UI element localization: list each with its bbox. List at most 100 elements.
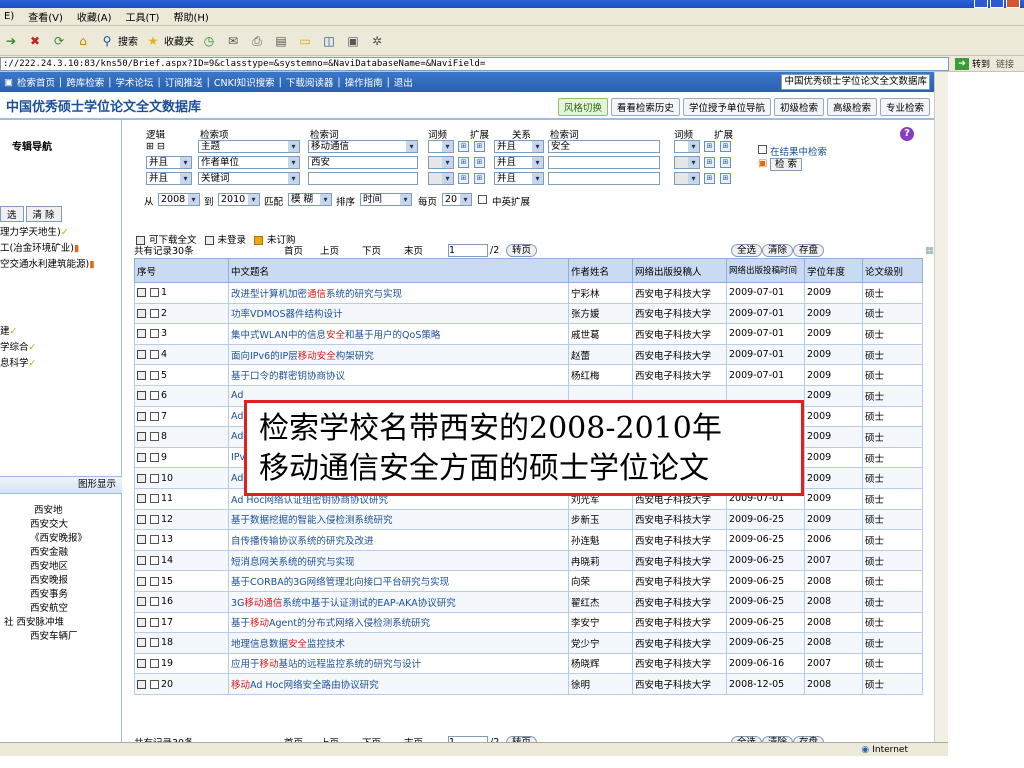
expand-icon[interactable]: ⊞ (704, 173, 715, 184)
maximize-button[interactable] (990, 0, 1004, 8)
table-row[interactable]: 1 改进型计算机加密通信系统的研究与实现 宁彩林 西安电子科技大学 2009-07-01… (134, 282, 923, 304)
col-header-date[interactable]: 网络出版投稿时间 (726, 258, 805, 283)
author-cell[interactable]: 党少宁 (568, 632, 633, 654)
title-text[interactable]: 地理信息数据 (231, 639, 288, 650)
add-remove-row-icon[interactable]: ⊞ ⊟ (146, 141, 165, 152)
col-header-title[interactable]: 中文题名 (228, 258, 569, 283)
author-cell[interactable]: 孙连魁 (568, 529, 633, 551)
title-text[interactable]: Ad (231, 390, 243, 401)
table-row[interactable]: 19 应用于移动基站的远程监控系统的研究与设计 杨晓辉 西安电子科技大学 2009-06… (134, 652, 923, 675)
row-checkbox[interactable] (150, 514, 159, 524)
refresh-icon[interactable]: ⟳ (50, 32, 68, 50)
title-text[interactable]: 集中式WLAN中的信息 (231, 330, 326, 341)
row-checkbox[interactable] (150, 288, 159, 298)
word-input-2[interactable]: 西安 (308, 156, 418, 169)
download-icon[interactable] (137, 494, 146, 504)
group-item[interactable]: 西安晚报 (30, 572, 68, 586)
relation-select-1[interactable]: 并且 (494, 140, 544, 153)
row-checkbox[interactable] (150, 494, 159, 504)
sidebar-item[interactable]: 建✓ (0, 323, 17, 337)
row-checkbox[interactable] (150, 658, 159, 668)
close-button[interactable] (1006, 0, 1020, 8)
title-text[interactable]: 面向IPv6的IP层 (231, 351, 298, 362)
title-text[interactable]: 基站的远程监控系统的研究与设计 (279, 659, 422, 670)
download-icon[interactable] (137, 514, 146, 524)
forward-icon[interactable]: ➔ (2, 32, 20, 50)
group-item[interactable]: 西安事务 (30, 586, 68, 600)
author-cell[interactable]: 杨红梅 (568, 364, 633, 386)
row-checkbox[interactable] (150, 617, 159, 627)
title-text[interactable]: 构架研究 (336, 351, 374, 362)
nav-forum[interactable]: 学术论坛 (115, 75, 153, 89)
download-icon[interactable] (137, 308, 146, 318)
group-item[interactable]: 西安交大 (30, 516, 68, 530)
first-page-link[interactable]: 首页 (284, 243, 320, 257)
group-item[interactable]: 西安金融 (30, 544, 68, 558)
expand-icon[interactable]: ⊞ (720, 141, 731, 152)
address-input[interactable]: ://222.24.3.10:83/kns50/Brief.aspx?ID=9&… (0, 56, 949, 71)
table-row[interactable]: 18 地理信息数据安全监控技术 党少宁 西安电子科技大学 2009-06-25 2008 硕… (134, 632, 923, 654)
row-title-cell[interactable]: 移动Ad Hoc网络安全路由协议研究 (228, 673, 569, 695)
row-checkbox[interactable] (150, 473, 159, 483)
menu-favorites[interactable]: 收藏(A) (77, 9, 112, 24)
download-icon[interactable] (137, 288, 146, 298)
download-icon[interactable] (137, 597, 146, 607)
menu-edit[interactable]: E) (4, 11, 14, 22)
print-icon[interactable]: ⎙ (248, 32, 266, 50)
sidebar-item[interactable]: 学综合✓ (0, 339, 36, 353)
expand-icon[interactable]: ⊞ (704, 141, 715, 152)
table-row[interactable]: 12 基于数据挖掘的智能入侵检测系统研究 步新玉 西安电子科技大学 2009-06-25… (134, 508, 923, 531)
search-submit-button[interactable]: 检 索 (770, 158, 803, 171)
institution-nav-button[interactable]: 学位授予单位导航 (682, 98, 771, 116)
group-item[interactable]: 西安地 (34, 502, 63, 516)
perpage-select[interactable]: 20 (442, 193, 472, 206)
freq-select-1[interactable] (428, 140, 454, 153)
row-checkbox[interactable] (150, 391, 159, 401)
download-icon[interactable] (137, 473, 146, 483)
word2-input-3[interactable] (548, 172, 660, 185)
menu-view[interactable]: 查看(V) (28, 9, 63, 24)
title-text[interactable]: 基于口令的群密钥协商协议 (231, 371, 345, 382)
row-checkbox[interactable] (150, 453, 159, 463)
row-checkbox[interactable] (150, 638, 159, 648)
mail-icon[interactable]: ✉ (224, 32, 242, 50)
table-row[interactable]: 4 面向IPv6的IP层移动安全构架研究 赵蕾 西安电子科技大学 2009-07-01 2… (134, 343, 923, 366)
row-title-cell[interactable]: 面向IPv6的IP层移动安全构架研究 (228, 343, 569, 366)
nav-cnki-search[interactable]: CNKI知识搜索 (214, 75, 275, 89)
minimize-button[interactable] (974, 0, 988, 8)
title-highlight[interactable]: 移动 (250, 618, 269, 629)
title-text[interactable]: 和基于用户的QoS策略 (345, 330, 440, 341)
freq-select-2[interactable] (428, 156, 454, 169)
sort-select[interactable]: 时间 (360, 193, 412, 206)
title-text[interactable]: Ad Hoc网络认证组密钥协商协议研究 (231, 495, 388, 506)
nav-guide[interactable]: 操作指南 (345, 75, 383, 89)
nav-subscribe[interactable]: 订阅推送 (165, 75, 203, 89)
go-button[interactable]: ➔ 转到 (949, 57, 996, 70)
freq2-select-2[interactable] (674, 156, 700, 169)
col-header-author[interactable]: 作者姓名 (568, 258, 633, 283)
year-from-select[interactable]: 2008 (158, 193, 200, 206)
graph-display-bar[interactable]: 图形显示 (0, 476, 122, 494)
first-page-link[interactable]: 首页 (284, 735, 320, 742)
freq2-select-1[interactable] (674, 140, 700, 153)
download-icon[interactable] (137, 576, 146, 586)
author-cell[interactable]: 冉晓莉 (568, 549, 633, 572)
title-text[interactable]: 基于 (231, 618, 250, 629)
search-history-button[interactable]: 看看检索历史 (610, 98, 680, 116)
row-checkbox[interactable] (150, 432, 159, 442)
freq2-select-3[interactable] (674, 172, 700, 185)
nav-reader[interactable]: 下载阅读器 (286, 75, 334, 89)
row-title-cell[interactable]: 基于数据挖掘的智能入侵检测系统研究 (228, 508, 569, 531)
search-button[interactable]: ⚲ 搜索 (98, 32, 138, 50)
row-checkbox[interactable] (150, 308, 159, 318)
logic-select-3[interactable]: 并且 (146, 172, 192, 185)
nav-logout[interactable]: 退出 (394, 75, 413, 89)
title-highlight[interactable]: 安全 (326, 330, 345, 341)
row-title-cell[interactable]: 功率VDMOS器件结构设计 (228, 302, 569, 325)
table-row[interactable]: 15 基于CORBA的3G网络管理北向接口平台研究与实现 向荣 西安电子科技大学 200… (134, 570, 923, 592)
title-text[interactable]: 自传播传输协议系统的研究及改进 (231, 536, 374, 547)
download-icon[interactable] (137, 370, 146, 380)
download-icon[interactable] (137, 638, 146, 648)
last-page-link[interactable]: 末页 (404, 243, 444, 257)
title-highlight[interactable]: 移动安全 (298, 351, 336, 362)
